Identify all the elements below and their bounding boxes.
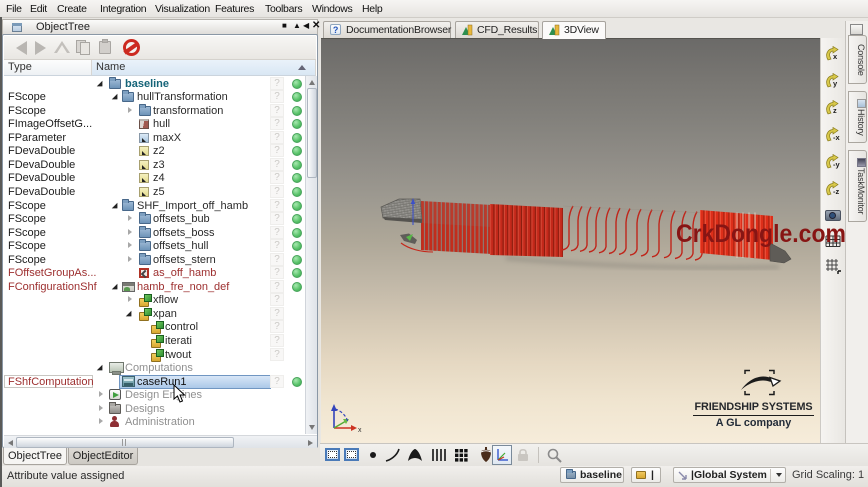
svg-text:x: x <box>358 427 362 434</box>
svg-text:-x: -x <box>833 133 840 142</box>
svg-text:z: z <box>833 106 837 115</box>
svg-text:y: y <box>833 79 838 88</box>
svg-text:x: x <box>833 52 838 61</box>
svg-text:-y: -y <box>833 160 840 169</box>
svg-text:-z: -z <box>833 187 839 196</box>
